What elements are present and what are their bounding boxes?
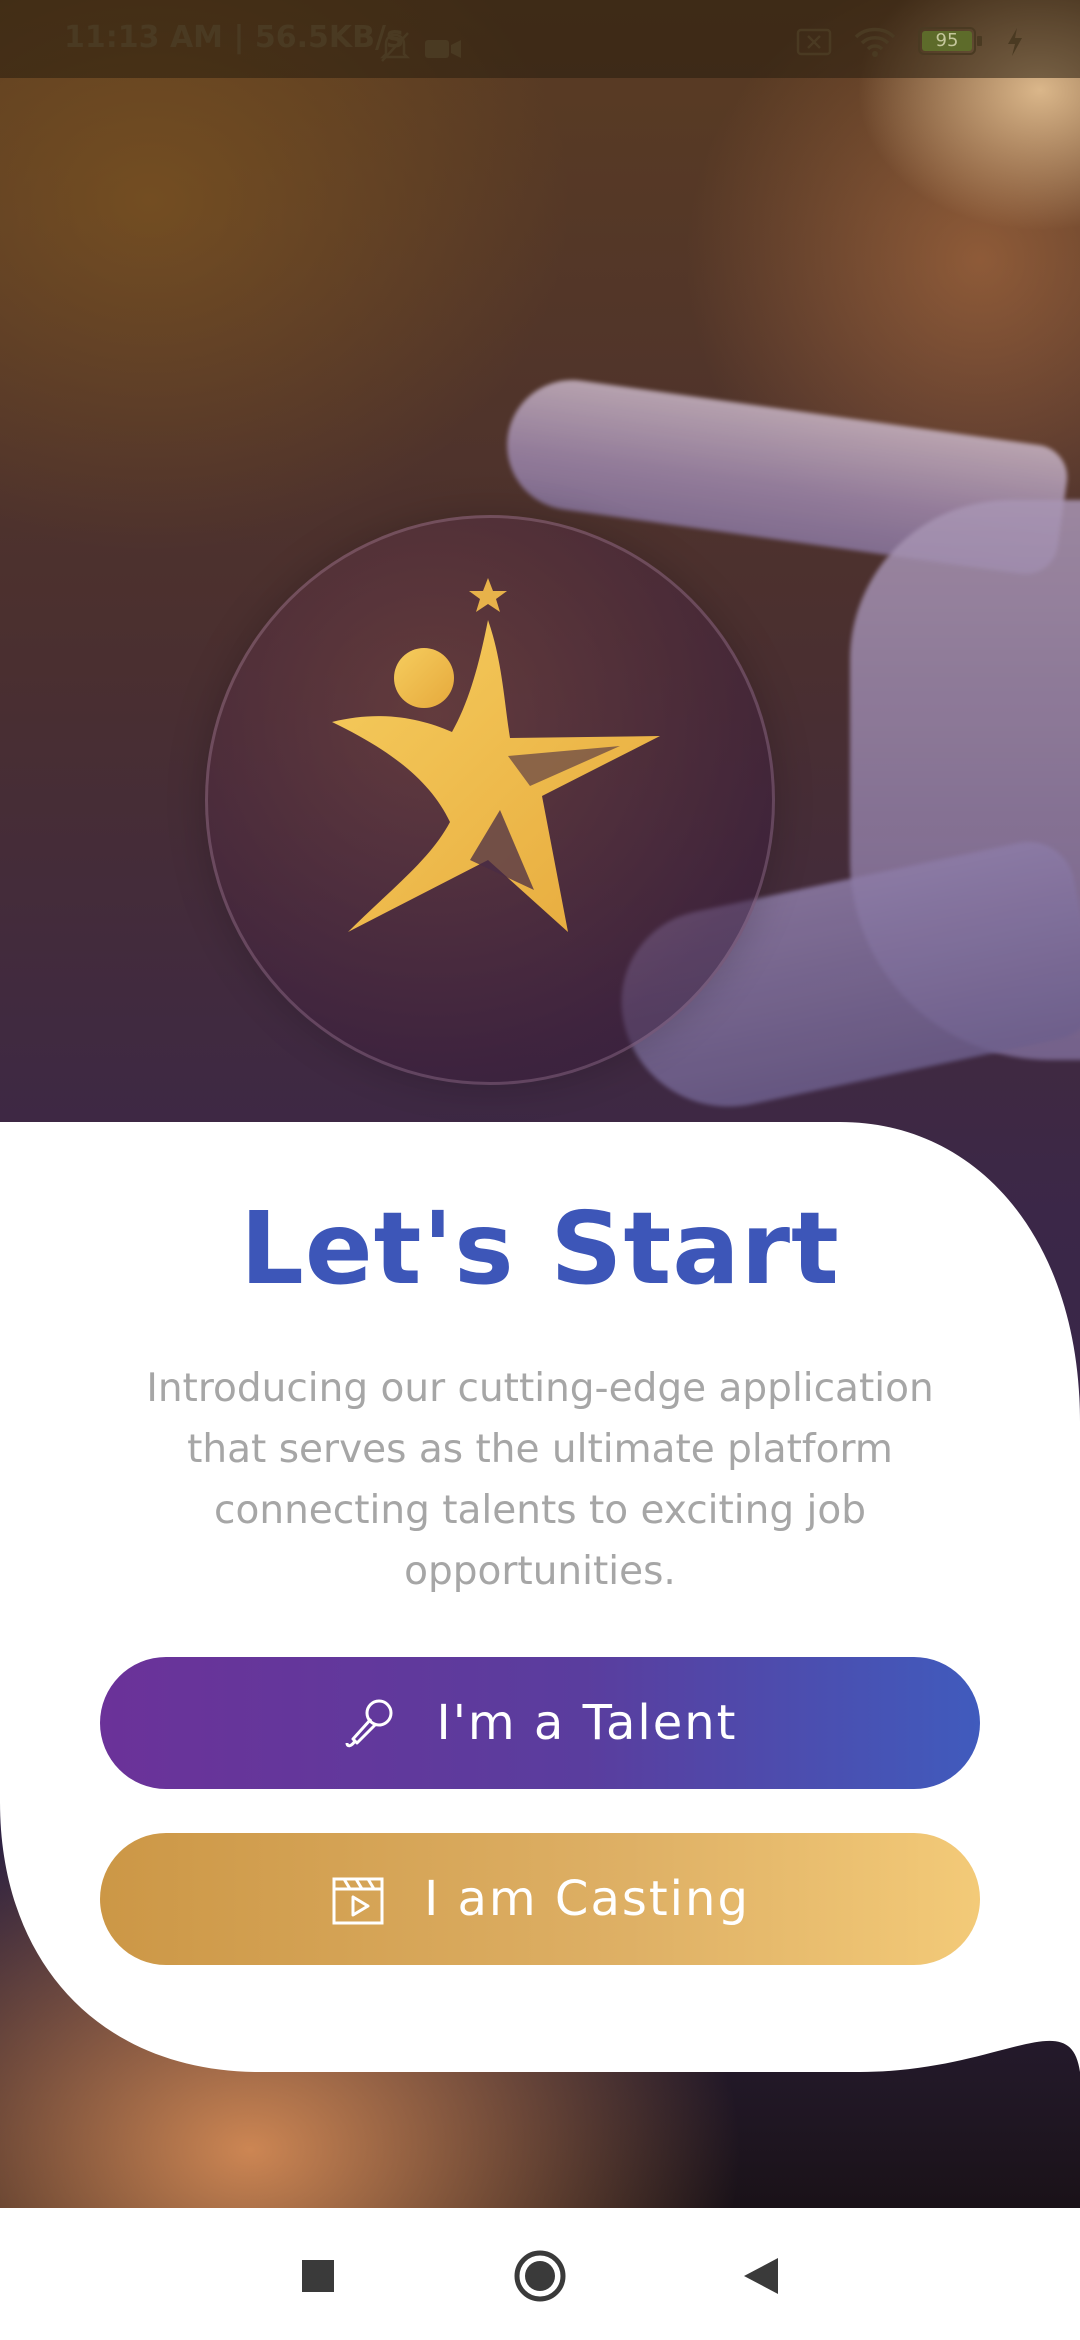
wifi-icon [854,27,896,57]
talent-button[interactable]: I'm a Talent [100,1657,980,1789]
splash-screen: Let's Start Introducing our cutting-edge… [0,0,1080,2340]
status-bar: 11:13 AM | 56.5KB/s 95 [0,0,1080,78]
home-icon[interactable] [510,2246,570,2306]
video-icon [425,40,461,58]
sim-x-icon [796,28,832,56]
back-icon[interactable] [732,2246,792,2306]
intro-description: Introducing our cutting-edge application… [146,1366,934,1594]
battery-icon: 95 [918,27,984,57]
page-title: Let's Start [240,1190,840,1307]
charging-icon [1008,28,1022,56]
microphone-icon [345,1699,393,1748]
talent-button-label: I'm a Talent [436,1695,738,1751]
navigation-bar [0,2208,1080,2340]
mute-icon [379,32,411,62]
status-time: 11:13 AM | 56.5KB/s [64,20,404,55]
casting-button-label: I am Casting [424,1871,750,1927]
battery-level: 95 [935,30,959,51]
clapperboard-icon [332,1877,384,1925]
recents-icon[interactable] [286,2246,346,2306]
star-logo-icon [332,578,660,932]
casting-button[interactable]: I am Casting [100,1833,980,1965]
